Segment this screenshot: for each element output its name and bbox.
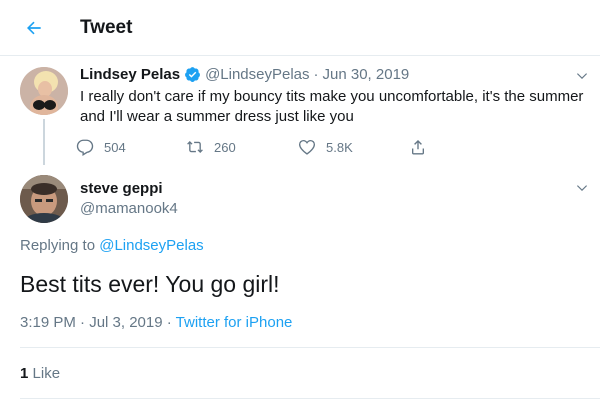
author-name[interactable]: steve geppi: [80, 180, 163, 197]
tweet-actions: 504 260 5.8K: [76, 135, 516, 159]
verified-badge-icon: [184, 66, 201, 83]
header-bar: Tweet: [0, 0, 600, 56]
tweet-text: Best tits ever! You go girl!: [20, 271, 280, 297]
likes-count: 1: [20, 365, 29, 382]
replying-to-prefix: Replying to: [20, 237, 96, 254]
reply-count: 504: [104, 139, 126, 155]
chevron-down-icon: [576, 73, 588, 80]
tweet-date[interactable]: Jun 30, 2019: [323, 66, 410, 83]
author-handle[interactable]: @LindseyPelas: [205, 66, 309, 83]
avatar[interactable]: [20, 175, 68, 223]
divider: [20, 398, 600, 399]
avatar-image: [20, 175, 68, 223]
avatar-image: [20, 67, 68, 115]
tweet-source-link[interactable]: Twitter for iPhone: [176, 314, 293, 331]
tweet-menu-button[interactable]: [572, 178, 592, 198]
retweet-icon: [187, 141, 203, 153]
chevron-down-icon: [576, 185, 588, 192]
back-button[interactable]: [20, 14, 48, 42]
share-button[interactable]: [409, 135, 437, 159]
author-name[interactable]: Lindsey Pelas: [80, 66, 180, 83]
tweet-timestamp-row: 3:19 PM · Jul 3, 2019 · Twitter for iPho…: [20, 314, 292, 331]
retweet-count: 260: [214, 139, 236, 155]
replying-to-link[interactable]: @LindseyPelas: [99, 237, 203, 254]
reply-icon: [76, 139, 94, 156]
retweet-button[interactable]: 260: [186, 135, 236, 159]
heart-icon: [298, 139, 316, 155]
parent-tweet-menu-button[interactable]: [572, 66, 592, 86]
avatar[interactable]: [20, 67, 68, 115]
reply-button[interactable]: 504: [76, 135, 126, 159]
likes-label: Like: [32, 365, 61, 382]
arrow-left-icon: [27, 21, 41, 35]
tweet-timestamp[interactable]: 3:19 PM · Jul 3, 2019 ·: [20, 314, 172, 331]
parent-tweet-text: I really don't care if my bouncy tits ma…: [80, 88, 584, 125]
thread-line: [43, 119, 45, 165]
author-handle[interactable]: @mamanook4: [80, 200, 178, 217]
replying-to-line: Replying to @LindseyPelas: [20, 237, 204, 254]
page-title: Tweet: [80, 17, 133, 38]
likes-link[interactable]: 1 Like: [20, 365, 60, 382]
parent-tweet[interactable]: Lindsey Pelas @LindseyPelas · Jun 30, 20…: [0, 57, 600, 165]
parent-tweet-header: Lindsey Pelas @LindseyPelas · Jun 30, 20…: [80, 66, 409, 83]
meta-separator: ·: [313, 66, 319, 83]
share-icon: [412, 139, 424, 155]
divider: [20, 347, 600, 348]
like-button[interactable]: 5.8K: [298, 135, 353, 159]
like-count: 5.8K: [326, 139, 353, 155]
